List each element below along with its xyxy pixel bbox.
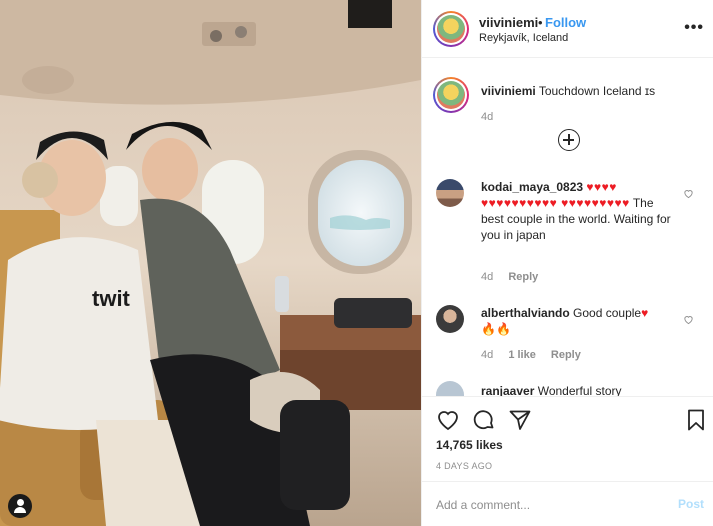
reply-button[interactable]: Reply bbox=[508, 271, 538, 283]
heart-icon[interactable] bbox=[436, 408, 460, 432]
comment-like-icon[interactable] bbox=[683, 314, 694, 325]
comment-icon[interactable] bbox=[472, 408, 496, 432]
comment-text: Good couple bbox=[573, 306, 642, 320]
post-header: viiviniemi • Follow Reykjavík, Iceland •… bbox=[422, 0, 713, 58]
post-side-panel: viiviniemi • Follow Reykjavík, Iceland •… bbox=[421, 0, 713, 526]
comments-list[interactable]: viiviniemi Touchdown Iceland ɪs 4d kodai… bbox=[422, 59, 713, 396]
post-date[interactable]: 4 DAYS AGO bbox=[436, 461, 492, 471]
caption-time[interactable]: 4d bbox=[481, 111, 493, 123]
photo-image: twit bbox=[0, 0, 421, 526]
commenter-avatar[interactable] bbox=[436, 179, 464, 207]
post-comment-button[interactable]: Post bbox=[678, 497, 704, 511]
caption-text: Touchdown Iceland ɪs bbox=[538, 84, 656, 98]
comment-meta: 4d 1 like Reply bbox=[481, 349, 593, 361]
post-photo[interactable]: twit bbox=[0, 0, 421, 526]
location-link[interactable]: Reykjavík, Iceland bbox=[479, 32, 568, 44]
likes-count[interactable]: 14,765 likes bbox=[436, 438, 503, 452]
comment-like-icon[interactable] bbox=[683, 188, 694, 199]
commenter-avatar[interactable] bbox=[436, 381, 464, 396]
comment-text: Wonderful story bbox=[537, 384, 622, 396]
follow-button[interactable]: Follow bbox=[545, 15, 586, 30]
comment-body: kodai_maya_0823 ♥♥♥♥ ♥♥♥♥♥♥♥♥♥♥ ♥♥♥♥♥♥♥♥… bbox=[481, 179, 677, 243]
author-avatar[interactable] bbox=[433, 11, 469, 47]
more-horizontal-icon[interactable]: ••• bbox=[684, 19, 704, 37]
caption: viiviniemi Touchdown Iceland ɪs bbox=[481, 83, 706, 99]
author-username[interactable]: viiviniemi bbox=[479, 15, 538, 30]
reply-button[interactable]: Reply bbox=[551, 349, 581, 361]
comment-time[interactable]: 4d bbox=[481, 271, 493, 283]
comment-likes[interactable]: 1 like bbox=[508, 349, 536, 361]
load-more-comments-icon[interactable] bbox=[558, 129, 580, 151]
comment-meta: 4d Reply bbox=[481, 271, 550, 283]
caption-avatar[interactable] bbox=[433, 77, 469, 113]
bookmark-icon[interactable] bbox=[684, 408, 708, 432]
share-icon[interactable] bbox=[508, 408, 532, 432]
commenter-avatar[interactable] bbox=[436, 305, 464, 333]
comment-time[interactable]: 4d bbox=[481, 349, 493, 361]
comment-emoji: 🔥🔥 bbox=[481, 322, 511, 336]
user-tag-icon[interactable] bbox=[8, 494, 32, 518]
comment-username[interactable]: kodai_maya_0823 bbox=[481, 180, 583, 194]
comment-body: ranjaaver Wonderful story bbox=[481, 383, 677, 396]
comment-body: alberthalviando Good couple♥ 🔥🔥 bbox=[481, 305, 677, 337]
caption-username[interactable]: viiviniemi bbox=[481, 84, 536, 98]
post-actions: 14,765 likes 4 DAYS AGO Post bbox=[422, 396, 713, 526]
comment-input[interactable] bbox=[436, 496, 656, 514]
add-comment-bar: Post bbox=[422, 481, 713, 526]
comment-username[interactable]: ranjaaver bbox=[481, 384, 534, 396]
svg-text:twit: twit bbox=[92, 286, 131, 311]
header-separator: • bbox=[538, 15, 543, 30]
comment-hearts: ♥ bbox=[641, 306, 649, 320]
comment-username[interactable]: alberthalviando bbox=[481, 306, 570, 320]
